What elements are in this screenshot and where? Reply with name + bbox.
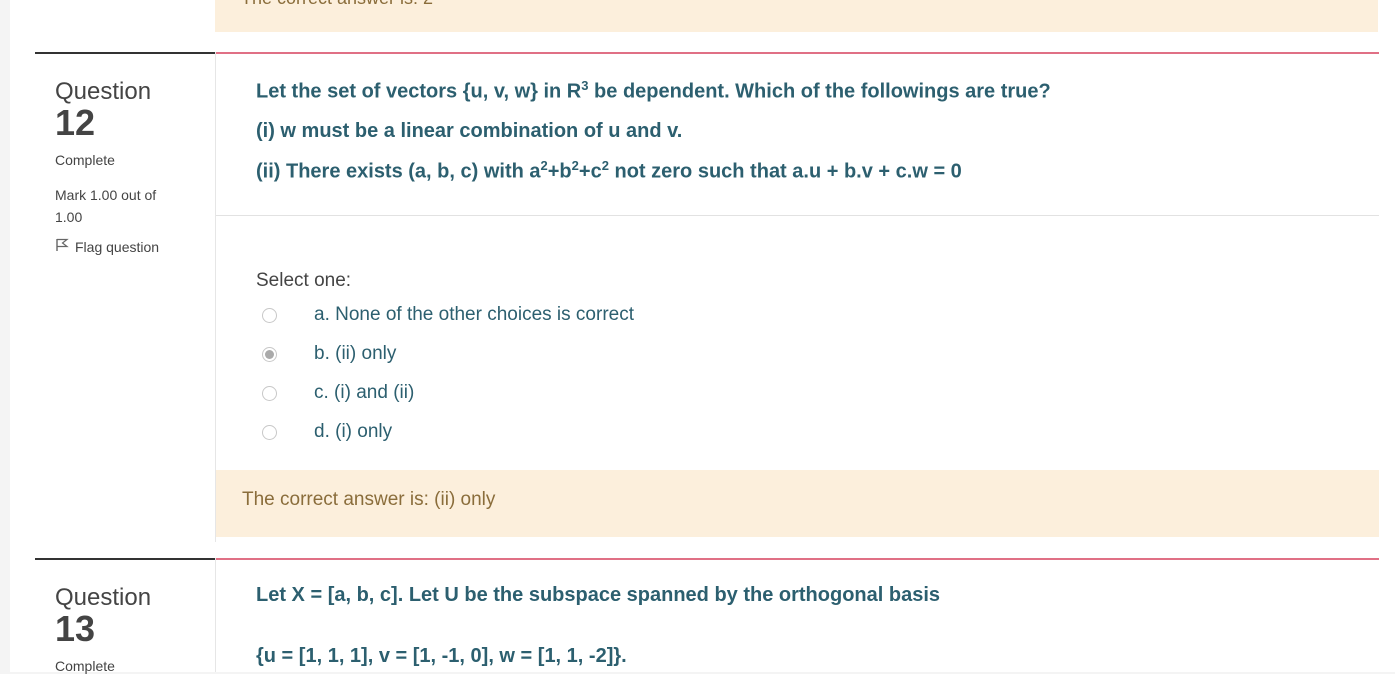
question-content: Let X = [a, b, c]. Let U be the subspace… (215, 558, 1379, 672)
question-text-line-3: (ii) There exists (a, b, c) with a2+b2+c… (256, 158, 962, 183)
flag-icon (55, 238, 69, 255)
info-separator (35, 52, 215, 54)
question-text-line-1: Let the set of vectors {u, v, w} in R3 b… (256, 78, 1051, 103)
question-text-line-2: (i) w must be a linear combination of u … (256, 120, 683, 142)
text-answer-divider (216, 215, 1379, 216)
question-text-line-1: Let X = [a, b, c]. Let U be the subspace… (256, 584, 941, 606)
question-grade: Mark 1.00 out of 1.00 (55, 187, 157, 225)
previous-feedback-text: The correct answer is: 2 (241, 0, 433, 9)
previous-feedback: The correct answer is: 2 (215, 0, 1378, 32)
question-state: Complete (55, 152, 115, 168)
option-c-label: c. (i) and (ii) (314, 382, 415, 403)
question-number: 13 (55, 608, 96, 649)
option-a[interactable]: a. None of the other choices is correct (262, 304, 634, 326)
option-d[interactable]: d. (i) only (262, 421, 392, 443)
option-b[interactable]: b. (ii) only (262, 343, 396, 365)
question-text-line-2: {u = [1, 1, 1], v = [1, -1, 0], w = [1, … (256, 645, 627, 667)
flag-question-link[interactable]: Flag question (55, 238, 159, 255)
option-c[interactable]: c. (i) and (ii) (262, 382, 414, 404)
answer-feedback: The correct answer is: (ii) only (216, 470, 1379, 537)
radio-b[interactable] (262, 346, 277, 362)
radio-c[interactable] (262, 385, 277, 401)
select-one-label: Select one: (256, 270, 352, 291)
radio-a[interactable] (262, 307, 277, 323)
option-b-label: b. (ii) only (314, 343, 397, 364)
answer-feedback-text: The correct answer is: (ii) only (242, 489, 496, 510)
content-separator (216, 52, 1379, 54)
flag-label: Flag question (75, 238, 160, 255)
question-content: Let the set of vectors {u, v, w} in R3 b… (215, 52, 1379, 542)
quiz-page: The correct answer is: 2 Question 12 Com… (10, 0, 1395, 674)
question-number: 12 (55, 102, 96, 143)
option-d-label: d. (i) only (314, 421, 393, 442)
info-separator (35, 558, 215, 560)
radio-d[interactable] (262, 424, 277, 440)
content-separator (216, 558, 1379, 560)
option-a-label: a. None of the other choices is correct (314, 304, 634, 325)
